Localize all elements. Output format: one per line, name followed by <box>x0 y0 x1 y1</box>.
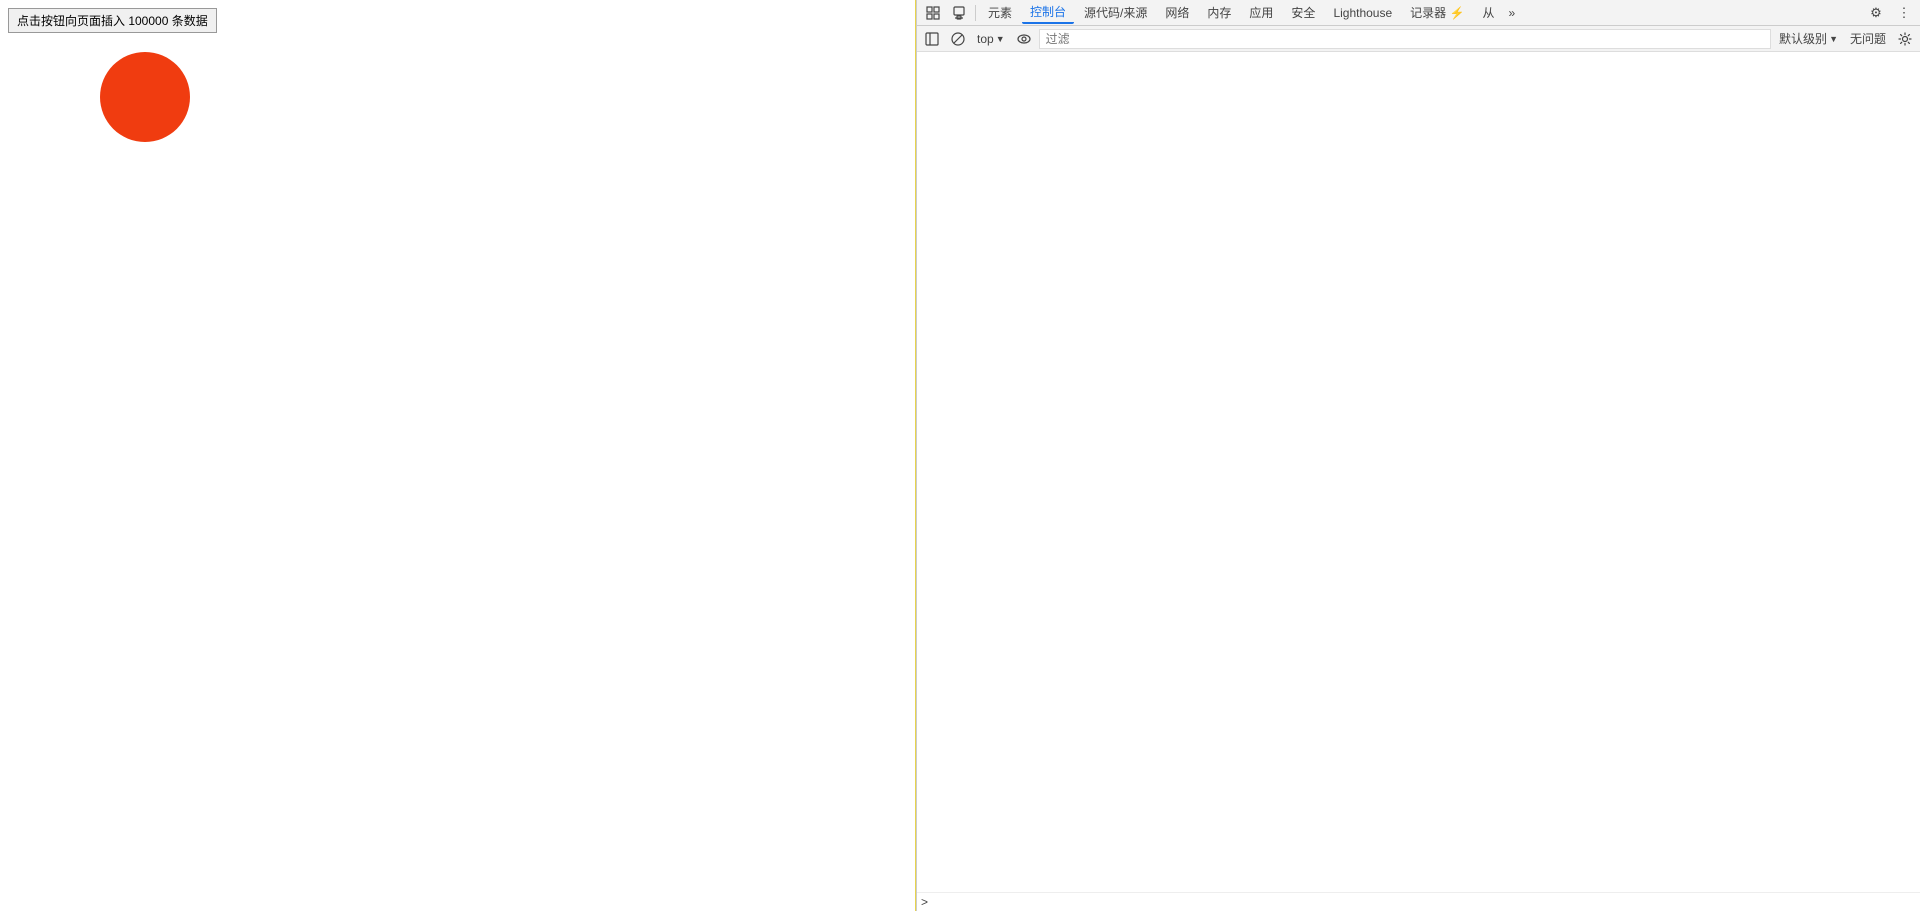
tab-recorder[interactable]: 记录器 ⚡ <box>1402 2 1472 24</box>
no-issues-label: 无问题 <box>1846 29 1890 49</box>
tab-lighthouse[interactable]: Lighthouse <box>1325 2 1400 24</box>
console-eye-button[interactable] <box>1013 29 1035 49</box>
insert-data-button[interactable]: 点击按钮向页面插入 100000 条数据 <box>8 8 217 33</box>
devtools-panel: 元素 控制台 源代码/来源 网络 内存 应用 安全 Lighthouse 记录器… <box>916 0 1920 911</box>
console-filter-input[interactable] <box>1039 29 1771 49</box>
console-prompt-symbol: > <box>921 895 928 909</box>
devtools-toolbar-right: ⚙ ⋮ <box>1864 2 1916 24</box>
devtools-tabbar: 元素 控制台 源代码/来源 网络 内存 应用 安全 Lighthouse 记录器… <box>917 0 1920 26</box>
red-circle-decoration <box>100 52 190 142</box>
console-sidebar-button[interactable] <box>921 29 943 49</box>
tab-network[interactable]: 网络 <box>1157 2 1197 24</box>
webpage-panel: 点击按钮向页面插入 100000 条数据 <box>0 0 916 911</box>
console-level-dropdown[interactable]: 默认级别 ▼ <box>1775 29 1842 49</box>
tab-security[interactable]: 安全 <box>1283 2 1323 24</box>
tab-sources[interactable]: 源代码/来源 <box>1076 2 1155 24</box>
tab-performance[interactable]: 从 <box>1474 2 1502 24</box>
more-tabs-button[interactable]: » <box>1504 6 1519 20</box>
inspect-element-button[interactable] <box>921 2 945 24</box>
device-toolbar-button[interactable] <box>947 2 971 24</box>
tab-console[interactable]: 控制台 <box>1022 2 1074 24</box>
console-prompt-row: > <box>917 892 1920 911</box>
console-settings-button[interactable] <box>1894 29 1916 49</box>
tab-memory[interactable]: 内存 <box>1199 2 1239 24</box>
dropdown-arrow-icon: ▼ <box>996 34 1005 44</box>
devtools-more-button[interactable]: ⋮ <box>1892 2 1916 24</box>
clear-console-button[interactable] <box>947 29 969 49</box>
console-toolbar: top ▼ 默认级别 ▼ 无问题 <box>917 26 1920 52</box>
tab-elements[interactable]: 元素 <box>980 2 1020 24</box>
console-output: > <box>917 52 1920 911</box>
console-context-dropdown[interactable]: top ▼ <box>973 29 1009 49</box>
panel-separator <box>915 0 916 911</box>
devtools-settings-button[interactable]: ⚙ <box>1864 2 1888 24</box>
level-dropdown-arrow-icon: ▼ <box>1829 34 1838 44</box>
tab-divider-1 <box>975 5 976 21</box>
tab-application[interactable]: 应用 <box>1241 2 1281 24</box>
